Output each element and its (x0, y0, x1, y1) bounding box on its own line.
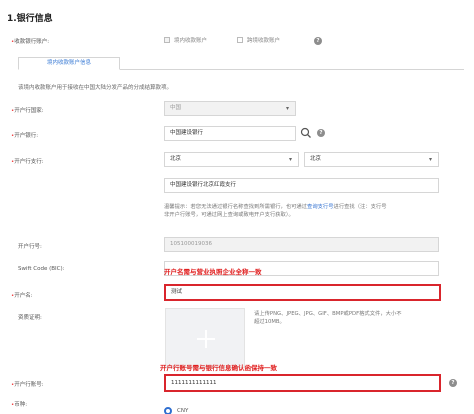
swift-label: Swift Code (BIC): (18, 266, 65, 272)
account-number-label: •开户行账号: (11, 382, 44, 388)
city-value: 北京 (310, 156, 322, 162)
help-icon[interactable]: ? (449, 379, 457, 387)
currency-label: •币种: (11, 402, 28, 408)
bank-code-label: 开户行号: (18, 244, 42, 250)
currency-value: CNY (177, 408, 189, 414)
tab-domestic-account-info[interactable]: 境内收款账户信息 (18, 57, 120, 70)
account-type-label: •收款银行账户: (11, 39, 50, 45)
country-select[interactable]: 中国 ▾ (164, 101, 296, 116)
help-icon[interactable]: ? (317, 129, 325, 137)
domestic-option-label: 境内收款账户 (174, 38, 208, 44)
radio-selected-icon[interactable] (164, 407, 172, 414)
branch-value: 中国建设银行北京红霞支行 (170, 182, 237, 188)
chevron-down-icon: ▾ (428, 156, 432, 163)
account-name-label: •开户名: (11, 293, 33, 299)
currency-option-cny[interactable]: CNY (164, 407, 188, 414)
bank-input[interactable]: 中国建设银行 (164, 126, 296, 141)
search-icon[interactable] (300, 127, 312, 139)
bank-label: •开户银行: (11, 133, 39, 139)
license-label: 资质证明: (18, 315, 42, 321)
crossborder-account-option[interactable]: 跨境收款账户 (237, 36, 280, 44)
province-select[interactable]: 北京 ▾ (164, 152, 299, 167)
account-name-note: 开户名需与营业执照企业全称一致 (164, 268, 262, 276)
branch-code-query-link[interactable]: 查询支行号 (307, 204, 334, 210)
city-select[interactable]: 北京 ▾ (304, 152, 439, 167)
crossborder-checkbox[interactable] (237, 37, 243, 43)
bank-code-value: 105100019036 (170, 241, 212, 247)
bank-code-input: 105100019036 (164, 237, 439, 252)
license-hint: 请上传PNG、JPEG、JPG、GIF、BMP或PDF格式文件，大小不 超过10… (254, 311, 402, 325)
intro-text: 该境内收款账户用于接收在中国大陆分发产品的分成结算款项。 (18, 85, 173, 91)
account-number-note: 开户行账号需与银行信息确认函保持一致 (160, 364, 277, 372)
country-value: 中国 (170, 105, 182, 111)
upload-button[interactable] (165, 308, 245, 368)
section-title: 1.银行信息 (7, 14, 53, 24)
chevron-down-icon: ▾ (285, 105, 289, 112)
crossborder-option-label: 跨境收款账户 (247, 38, 281, 44)
account-number-input[interactable]: 1111111111111 (164, 374, 441, 392)
chevron-down-icon: ▾ (288, 156, 292, 163)
province-value: 北京 (170, 156, 182, 162)
domestic-account-option[interactable]: 境内收款账户 (164, 36, 207, 44)
plus-icon-vertical (205, 330, 207, 348)
help-icon[interactable]: ? (314, 37, 322, 45)
account-name-input[interactable]: 测试 (164, 284, 441, 301)
branch-tip: 温馨提示：若您无法通过银行名称查找到所需银行，也可通过查询支行号进行查找（注：支… (164, 204, 387, 218)
account-number-value: 1111111111111 (171, 380, 217, 386)
account-name-value: 测试 (171, 289, 183, 295)
branch-input[interactable]: 中国建设银行北京红霞支行 (164, 178, 439, 193)
bank-value: 中国建设银行 (170, 130, 204, 136)
domestic-checkbox[interactable] (164, 37, 170, 43)
country-label: •开户行国家: (11, 108, 44, 114)
branch-label: •开户行支行: (11, 159, 44, 165)
